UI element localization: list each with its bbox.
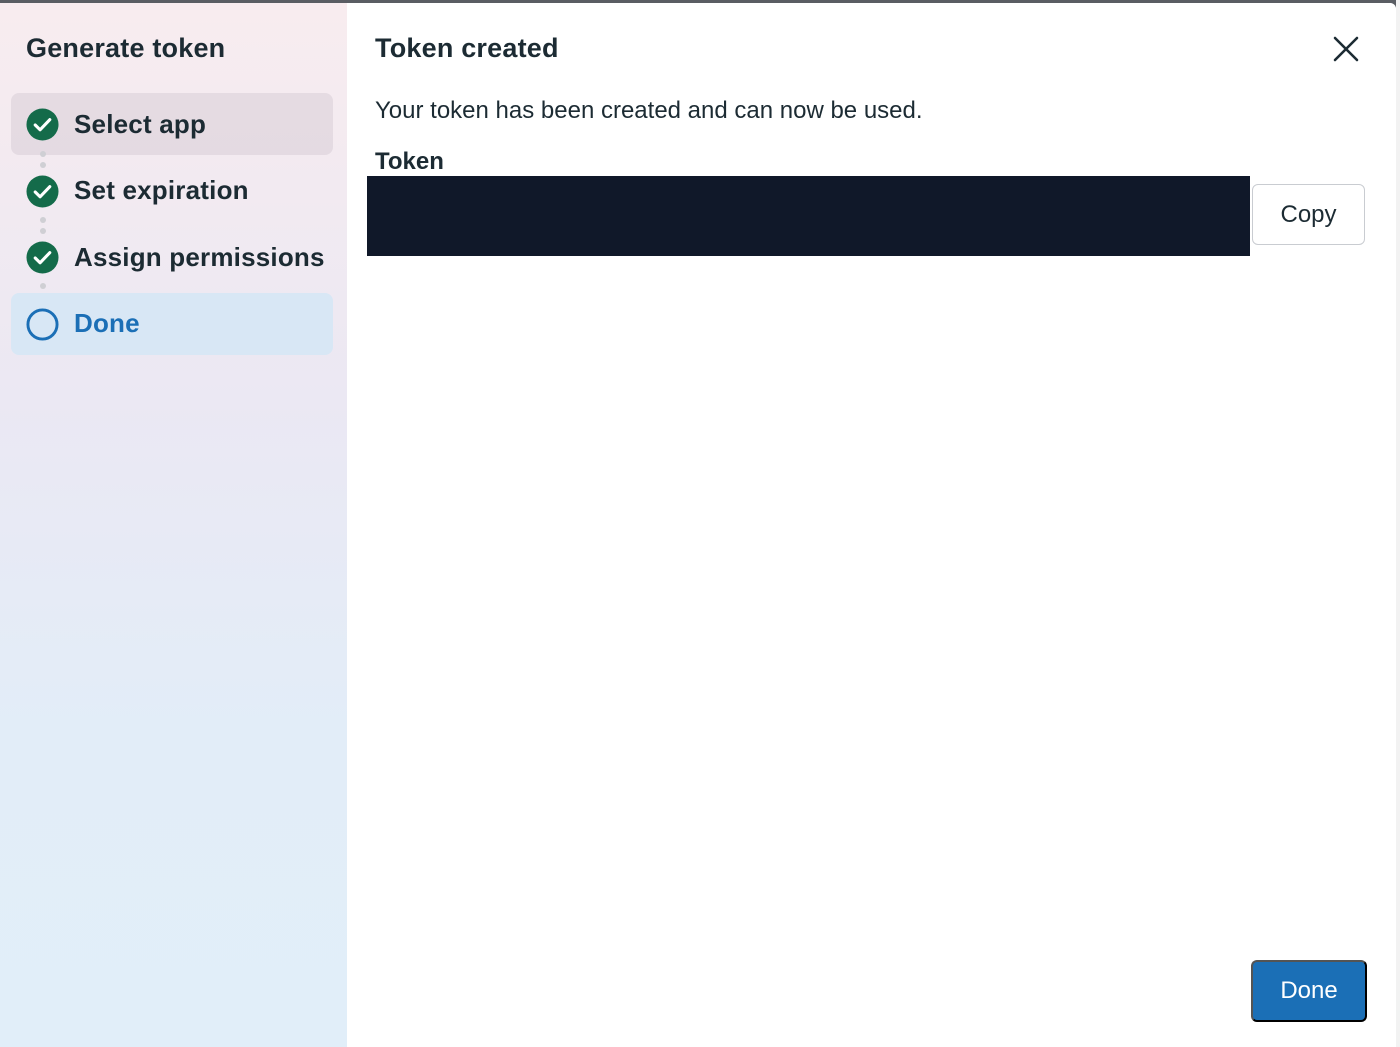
step-label: Set expiration: [74, 175, 249, 205]
step-label: Assign permissions: [74, 241, 325, 272]
token-field[interactable]: [367, 176, 1250, 256]
copy-button[interactable]: Copy: [1252, 184, 1365, 245]
step-assign-permissions[interactable]: Assign permissions: [11, 226, 333, 288]
step-set-expiration[interactable]: Set expiration: [11, 160, 333, 222]
sidebar-title: Generate token: [26, 33, 226, 63]
main-panel: Token created Your token has been create…: [347, 3, 1396, 1047]
close-icon[interactable]: [1332, 35, 1360, 63]
background-edge: [1396, 0, 1400, 1047]
step-done[interactable]: Done: [11, 292, 333, 355]
check-circle-icon: [26, 108, 59, 141]
check-circle-icon: [26, 174, 59, 208]
step-connector: [40, 151, 46, 173]
empty-circle-icon: [26, 307, 59, 341]
step-select-app[interactable]: Select app: [11, 93, 333, 155]
step-connector: [40, 217, 46, 239]
step-label: Select app: [74, 108, 207, 139]
page-title: Token created: [375, 33, 559, 63]
done-button[interactable]: Done: [1251, 960, 1367, 1022]
check-circle-icon: [26, 241, 59, 274]
step-connector: [40, 283, 46, 294]
token-label: Token: [375, 148, 444, 175]
step-label: Done: [74, 308, 140, 338]
description-text: Your token has been created and can now …: [375, 97, 923, 124]
steps-sidebar: Generate token Select app Set expiration: [0, 3, 347, 1047]
generate-token-dialog: Generate token Select app Set expiration: [0, 3, 1396, 1047]
steps-list: Select app Set expiration Assign permiss…: [11, 93, 333, 359]
